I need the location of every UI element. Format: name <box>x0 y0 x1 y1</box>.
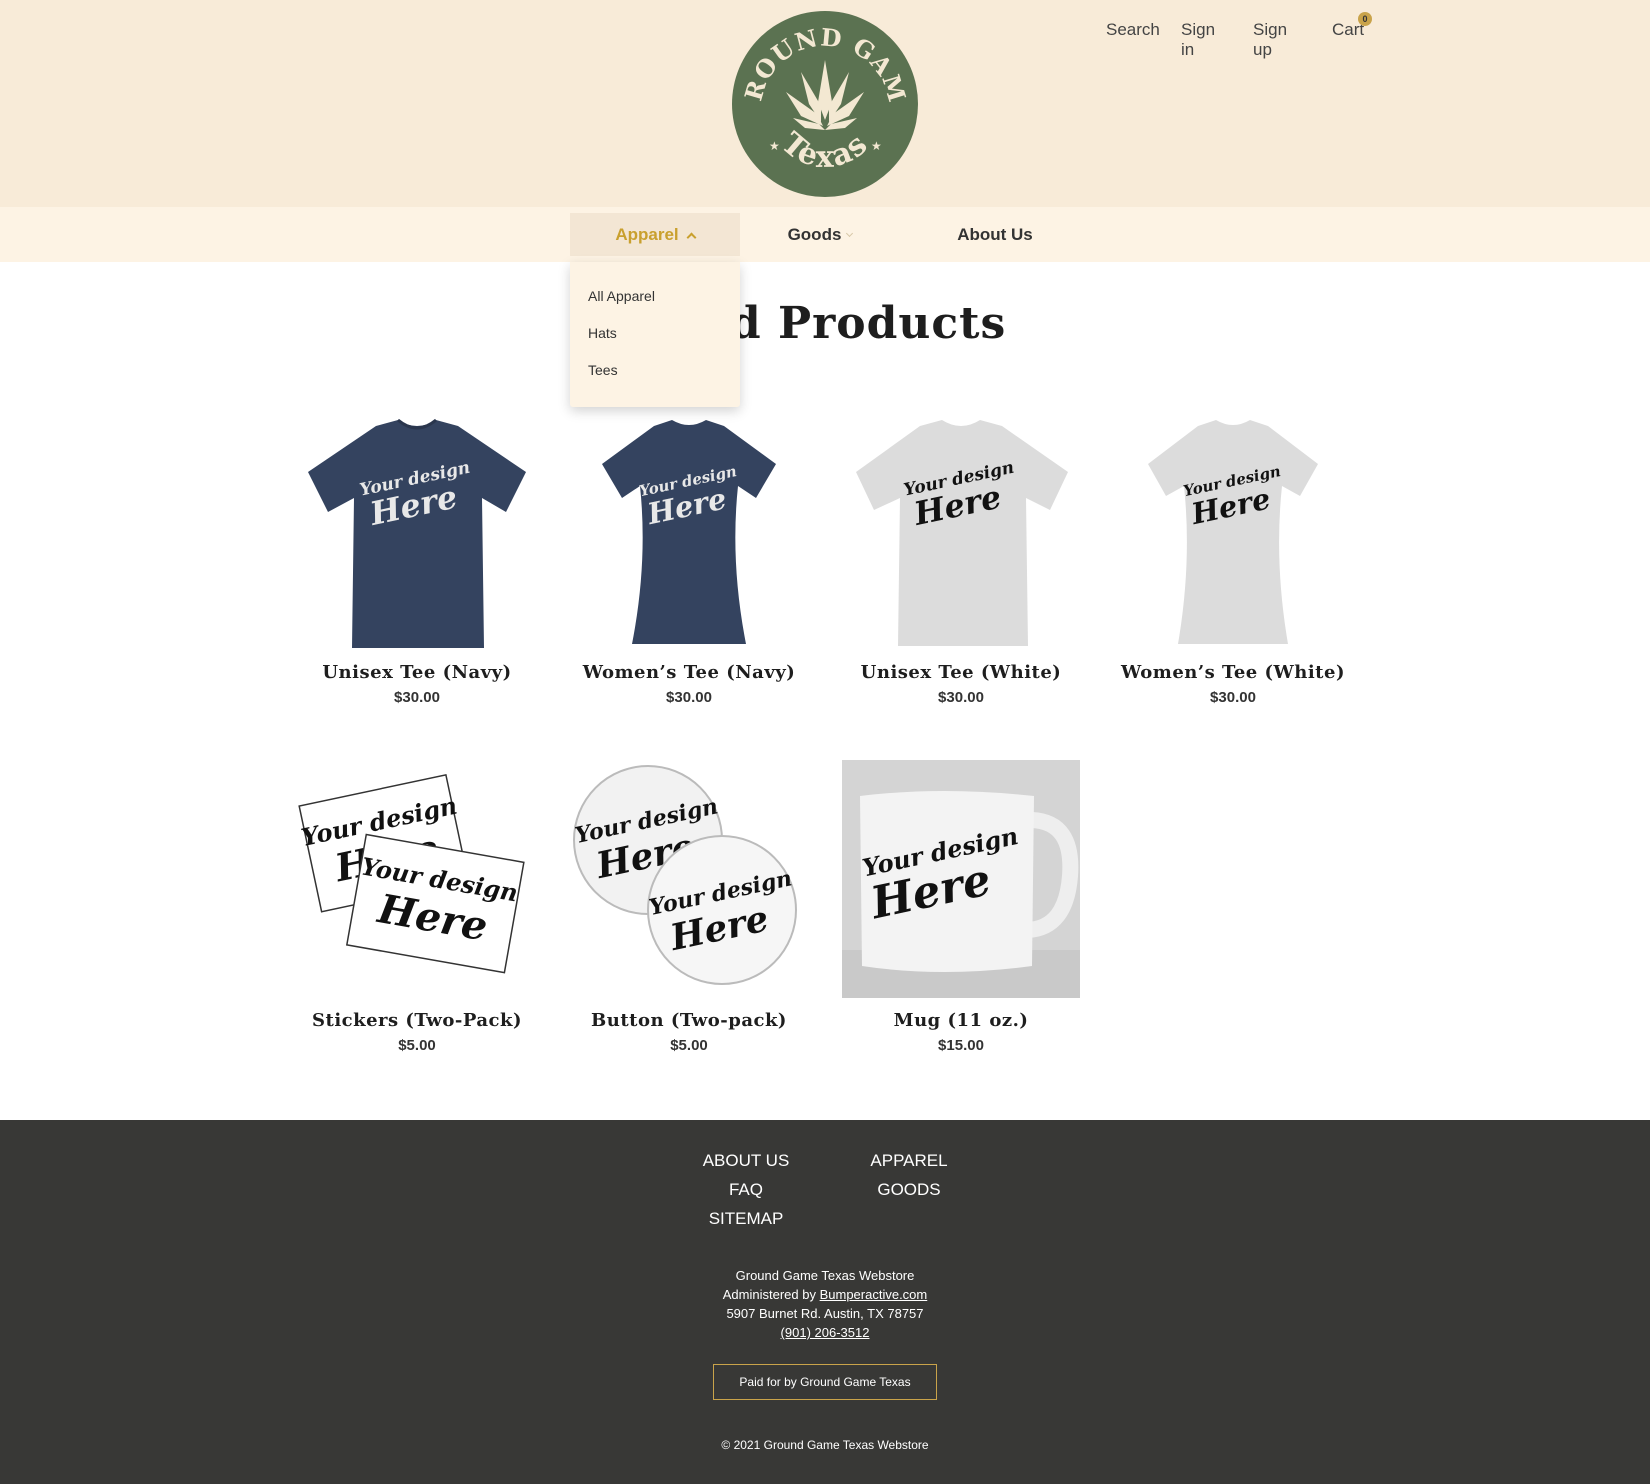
product-price: $15.00 <box>938 1037 984 1054</box>
footer-store-name: Ground Game Texas Webstore <box>735 1268 915 1283</box>
dropdown-item-all-apparel[interactable]: All Apparel <box>588 288 655 304</box>
footer-link-faq[interactable]: FAQ <box>666 1180 826 1200</box>
phone-link[interactable]: (901) 206-3512 <box>781 1325 870 1340</box>
nav-about-us[interactable]: About Us <box>905 213 1085 256</box>
ground-game-texas-logo[interactable]: GROUND GAME Texas ★ ★ <box>731 10 919 198</box>
product-price: $30.00 <box>666 689 712 706</box>
product-card[interactable]: Your design Here Mug (11 oz.) $15.00 <box>842 760 1080 1054</box>
footer-phone: (901) 206-3512 <box>0 1325 1650 1340</box>
product-card[interactable]: Your design Here Women’s Tee (Navy) $30.… <box>570 412 808 706</box>
paid-for-disclaimer: Paid for by Ground Game Texas <box>713 1364 937 1400</box>
site-header: GROUND GAME Texas ★ ★ Search Sign in Sig… <box>0 0 1650 207</box>
product-card[interactable]: Your design Here Unisex Tee (White) $30.… <box>842 412 1080 706</box>
sign-up-link[interactable]: Sign up <box>1253 20 1287 60</box>
product-price: $5.00 <box>670 1037 708 1054</box>
product-image[interactable]: Your design Here <box>842 760 1080 998</box>
nav-apparel-label: Apparel <box>615 224 679 244</box>
footer-link-goods[interactable]: GOODS <box>829 1180 989 1200</box>
footer-administered-prefix: Administered by <box>722 1287 816 1302</box>
cart-count-badge: 0 <box>1358 12 1372 26</box>
nav-about-label: About Us <box>957 224 1033 244</box>
svg-text:★: ★ <box>769 139 780 153</box>
footer-administered: Administered by Bumperactive.com <box>0 1287 1650 1302</box>
chevron-down-icon <box>846 229 854 238</box>
chevron-up-icon <box>686 232 697 242</box>
svg-text:★: ★ <box>871 139 882 153</box>
product-name[interactable]: Women’s Tee (Navy) <box>570 662 808 683</box>
product-card[interactable]: Your design Here Your design Here Button… <box>570 760 808 1054</box>
product-image[interactable]: Your design Here <box>842 412 1080 650</box>
dropdown-item-hats[interactable]: Hats <box>588 325 617 341</box>
product-name[interactable]: Button (Two-pack) <box>570 1010 808 1031</box>
copyright: © 2021 Ground Game Texas Webstore <box>721 1438 929 1452</box>
product-image[interactable]: Your design Here Your design Here <box>570 760 808 998</box>
nav-apparel[interactable]: Apparel <box>570 213 740 256</box>
category-nav: Apparel Goods About Us <box>0 207 1650 262</box>
nav-goods[interactable]: Goods <box>760 213 880 256</box>
search-link[interactable]: Search <box>1106 20 1160 40</box>
product-image[interactable]: Your design Here Your design Here <box>298 760 536 998</box>
site-footer <box>0 1120 1650 1484</box>
apparel-dropdown-menu: All Apparel Hats Tees <box>570 262 740 407</box>
product-name[interactable]: Stickers (Two-Pack) <box>298 1010 536 1031</box>
product-name[interactable]: Unisex Tee (Navy) <box>298 662 536 683</box>
product-image[interactable]: Your design Here <box>570 412 808 650</box>
bumperactive-link[interactable]: Bumperactive.com <box>820 1287 928 1302</box>
product-price: $5.00 <box>398 1037 436 1054</box>
product-card[interactable]: Your design Here Your design Here Sticke… <box>298 760 536 1054</box>
footer-address: 5907 Burnet Rd. Austin, TX 78757 <box>726 1306 924 1321</box>
product-image[interactable]: Your design Here <box>298 412 536 650</box>
product-name[interactable]: Women’s Tee (White) <box>1114 662 1352 683</box>
product-name[interactable]: Mug (11 oz.) <box>842 1010 1080 1031</box>
product-name[interactable]: Unisex Tee (White) <box>842 662 1080 683</box>
sign-in-link[interactable]: Sign in <box>1181 20 1215 60</box>
dropdown-item-tees[interactable]: Tees <box>588 362 618 378</box>
product-price: $30.00 <box>938 689 984 706</box>
footer-link-about-us[interactable]: ABOUT US <box>666 1151 826 1171</box>
footer-link-sitemap[interactable]: SITEMAP <box>666 1209 826 1229</box>
featured-products-heading: ured Products <box>643 298 1007 349</box>
product-card[interactable]: Your design Here Unisex Tee (Navy) $30.0… <box>298 412 536 706</box>
product-price: $30.00 <box>394 689 440 706</box>
product-image[interactable]: Your design Here <box>1114 412 1352 650</box>
nav-goods-label: Goods <box>787 224 842 244</box>
footer-link-apparel[interactable]: APPAREL <box>829 1151 989 1171</box>
product-card[interactable]: Your design Here Women’s Tee (White) $30… <box>1114 412 1352 706</box>
product-price: $30.00 <box>1210 689 1256 706</box>
